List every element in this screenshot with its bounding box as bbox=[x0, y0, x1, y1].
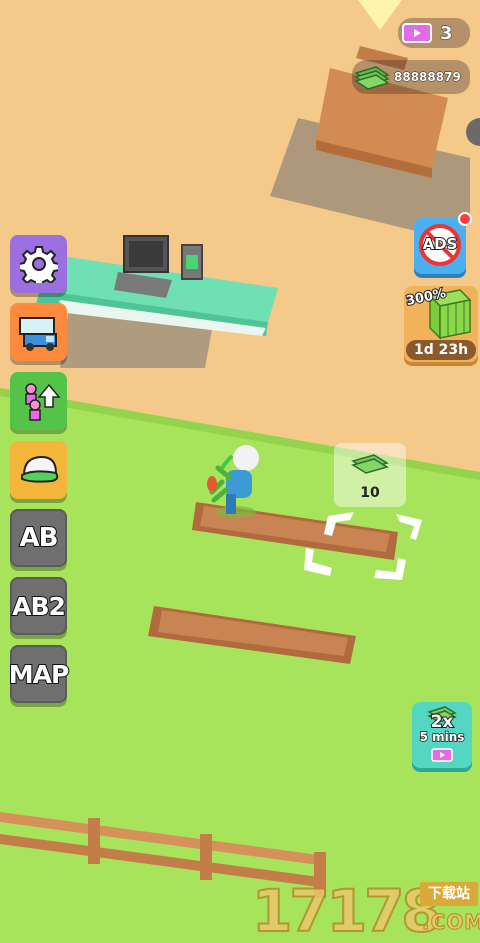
farmer-body bbox=[226, 470, 252, 498]
delivery-truck-button[interactable] bbox=[10, 303, 67, 361]
fence-post-2 bbox=[200, 834, 212, 880]
ab2-button-label: AB2 bbox=[11, 591, 67, 622]
crate-boost-button[interactable]: 300% 1d 23h bbox=[404, 285, 478, 362]
build-slot-cost-card[interactable]: 10 bbox=[334, 443, 406, 507]
video-ticket-icon bbox=[431, 748, 453, 762]
site-watermark: 17178 下载站 .COM bbox=[251, 877, 480, 943]
map-button-label: MAP bbox=[8, 659, 71, 690]
cap-shop-button[interactable] bbox=[10, 441, 67, 499]
watermark-tag: 下载站 bbox=[420, 882, 478, 906]
boost-timer: 1d 23h bbox=[406, 340, 476, 360]
map-button[interactable]: MAP bbox=[8, 645, 71, 703]
notification-dot bbox=[458, 212, 472, 226]
farmer-leg bbox=[226, 494, 236, 514]
staff-upgrade-icon bbox=[24, 383, 61, 421]
speed-multiplier: 2x bbox=[430, 711, 455, 733]
cash-stack-icon bbox=[354, 66, 390, 90]
ab2-test-button[interactable]: AB2 bbox=[10, 577, 67, 635]
fence-post-1 bbox=[88, 818, 100, 864]
farmer-head bbox=[233, 445, 259, 471]
ads-label: ADS bbox=[422, 234, 459, 254]
truck-icon bbox=[18, 317, 57, 351]
remove-ads-button[interactable]: ADS bbox=[414, 212, 472, 274]
speed-boost-button[interactable]: 2x 5 mins bbox=[412, 702, 472, 768]
staff-upgrade-button[interactable] bbox=[10, 372, 67, 430]
card-reader-screen bbox=[186, 255, 198, 269]
ab-button-label: AB bbox=[19, 522, 60, 554]
ticket-count: 3 bbox=[440, 22, 453, 44]
gear-icon bbox=[19, 246, 58, 283]
ab-test-button[interactable]: AB bbox=[10, 509, 67, 567]
cash-counter: 88888879 bbox=[352, 60, 470, 94]
game-world[interactable] bbox=[0, 0, 480, 943]
watermark-digits: 17178 bbox=[251, 877, 443, 943]
settings-button[interactable] bbox=[10, 235, 67, 293]
speed-duration: 5 mins bbox=[419, 729, 465, 745]
carried-fruit bbox=[207, 476, 217, 492]
ticket-icon bbox=[402, 23, 432, 43]
cash-icon bbox=[351, 454, 389, 474]
cap-icon bbox=[20, 455, 58, 483]
build-slot-cost: 10 bbox=[360, 485, 380, 501]
cash-amount: 88888879 bbox=[394, 70, 462, 85]
ticket-counter: 3 bbox=[398, 18, 470, 48]
register-screen bbox=[129, 241, 163, 267]
watermark-domain: .COM bbox=[421, 910, 480, 935]
